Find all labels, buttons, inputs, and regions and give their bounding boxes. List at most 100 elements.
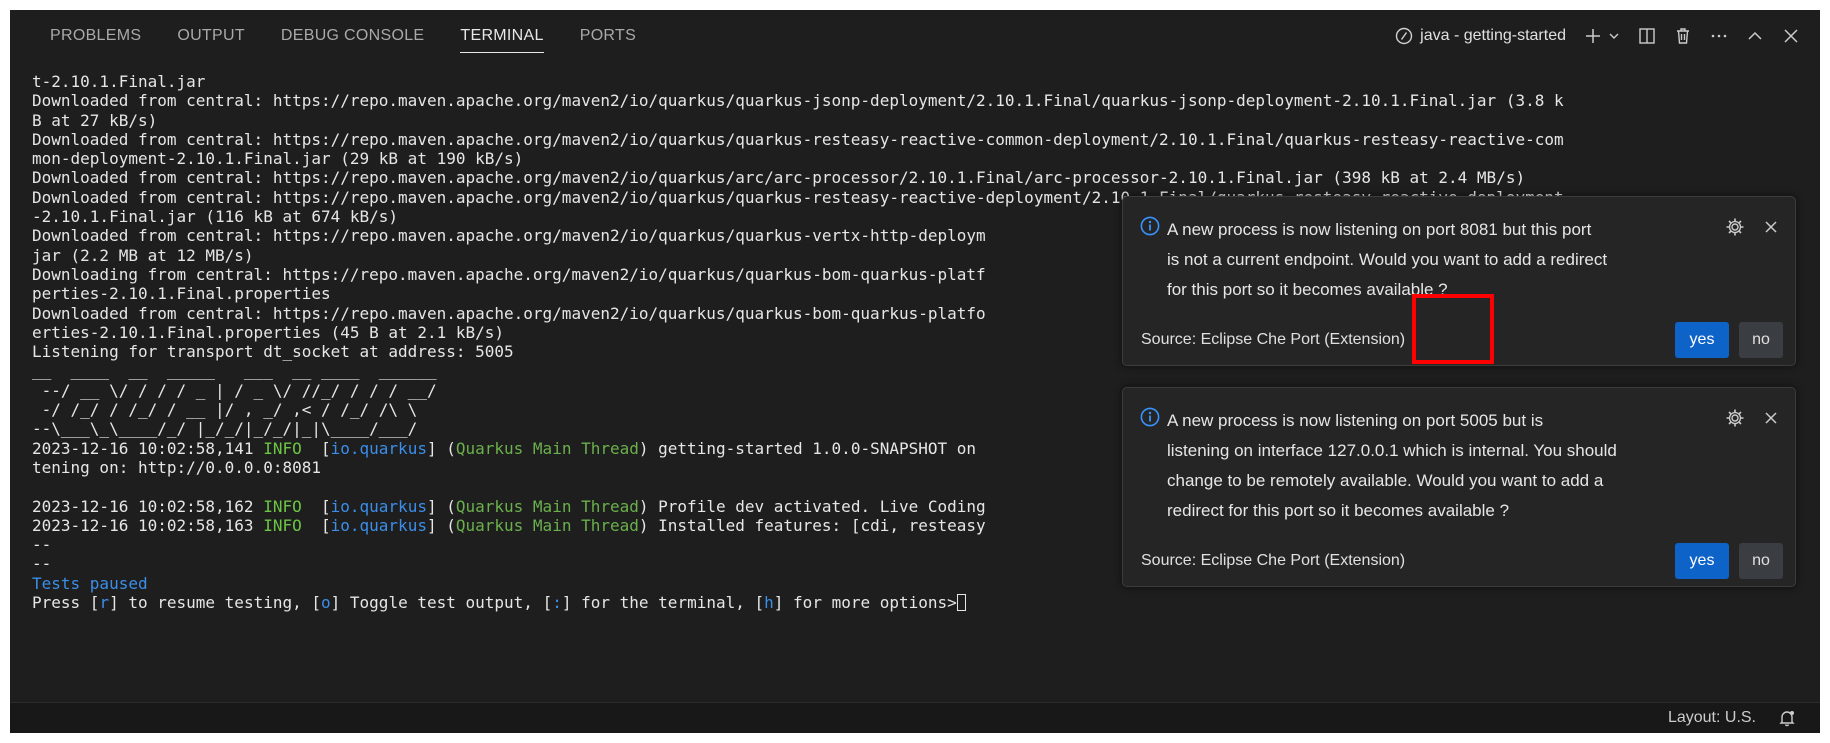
terminal-line: t-2.10.1.Final.jar (32, 72, 1810, 91)
new-terminal-plus-icon[interactable] (1584, 27, 1602, 45)
terminal-line: Downloaded from central: https://repo.ma… (32, 168, 1810, 187)
terminal-text: Downloaded from central: https://repo.ma… (32, 168, 1526, 188)
terminal-text: Tests paused (32, 573, 148, 593)
terminal-text: Downloaded from central: https://repo.ma… (32, 91, 1564, 111)
tab-debug-console[interactable]: DEBUG CONSOLE (263, 10, 443, 62)
terminal-text: ] for the terminal, [ (561, 593, 765, 613)
terminal-text: Quarkus Main Thread (455, 496, 639, 516)
terminal-output[interactable]: t-2.10.1.Final.jar Downloaded from centra… (32, 72, 1810, 693)
tab-problems[interactable]: PROBLEMS (32, 10, 159, 62)
message-line: A new process is now listening on port 8… (1167, 220, 1592, 239)
tab-ports[interactable]: PORTS (562, 10, 654, 62)
terminal-text: ] ( (426, 496, 456, 516)
keyboard-layout[interactable]: Layout: U.S. (1668, 709, 1756, 727)
message-line: change to be remotely available. Would y… (1167, 471, 1604, 490)
message-line: listening on interface 127.0.0.1 which i… (1167, 441, 1617, 460)
terminal-text: Downloaded from central: https://repo.ma… (32, 129, 1564, 149)
terminal-text: tening on: http://0.0.0.0:8081 (32, 457, 321, 477)
split-terminal-icon[interactable] (1638, 27, 1656, 45)
terminal-text: --\___\_\____/_/ |_/_/|_/_/|_|\____/___/ (32, 419, 447, 439)
terminal-name: java - getting-started (1420, 27, 1566, 44)
chevron-down-icon[interactable] (1608, 30, 1620, 42)
trash-icon[interactable] (1674, 27, 1692, 45)
terminal-text: erties-2.10.1.Final.properties (45 B at … (32, 322, 505, 342)
terminal-text: 2023-12-16 10:02:58,141 (32, 438, 264, 458)
terminal-cursor (956, 594, 966, 612)
no-button[interactable]: no (1739, 322, 1783, 358)
terminal-text: [ (301, 515, 331, 535)
terminal-text: ] ( (426, 515, 456, 535)
no-button[interactable]: no (1739, 543, 1783, 579)
info-icon (1140, 216, 1160, 236)
tab-terminal[interactable]: TERMINAL (442, 10, 561, 62)
terminal-java-icon (1395, 27, 1413, 45)
terminal-text: io.quarkus (330, 438, 427, 458)
close-panel-icon[interactable] (1782, 27, 1800, 45)
yes-button[interactable]: yes (1675, 322, 1729, 358)
terminal-text: ] for more options> (773, 593, 957, 613)
notification-port-5005: A new process is now listening on port 5… (1122, 387, 1796, 587)
notification-message: A new process is now listening on port 8… (1167, 215, 1715, 305)
terminal-text: __ ____ __ _____ ___ __ ____ ______ (32, 361, 447, 381)
terminal-text: [ (301, 438, 331, 458)
terminal-text: Quarkus Main Thread (455, 515, 639, 535)
terminal-text: h (764, 593, 774, 613)
close-icon[interactable] (1763, 408, 1779, 428)
terminal-text: io.quarkus (330, 496, 427, 516)
terminal-text: B at 27 kB/s) (32, 110, 158, 130)
terminal-text: ) Installed features: [cdi, resteasy (638, 515, 986, 535)
bell-icon[interactable] (1778, 709, 1796, 727)
terminal-text: ) getting-started 1.0.0-SNAPSHOT on (638, 438, 977, 458)
terminal-text: ] to resume testing, [ (109, 593, 321, 613)
terminal-text: Downloaded from central: https://repo.ma… (32, 303, 986, 323)
terminal-text: INFO (263, 515, 302, 535)
terminal-text: io.quarkus (330, 515, 427, 535)
terminal-text: Downloading from central: https://repo.m… (32, 264, 986, 284)
message-line: A new process is now listening on port 5… (1167, 411, 1544, 430)
terminal-text: Press [ (32, 593, 100, 613)
terminal-line: mon-deployment-2.10.1.Final.jar (29 kB a… (32, 149, 1810, 168)
terminal-text: jar (2.2 MB at 12 MB/s) (32, 245, 254, 265)
terminal-text: INFO (263, 496, 302, 516)
terminal-text: perties-2.10.1.Final.properties (32, 284, 331, 304)
terminal-text: Listening for transport dt_socket at add… (32, 342, 514, 362)
more-actions-icon[interactable] (1710, 27, 1728, 45)
tab-output[interactable]: OUTPUT (159, 10, 263, 62)
terminal-line: Press [r] to resume testing, [o] Toggle … (32, 593, 1810, 612)
terminal-text: 2023-12-16 10:02:58,163 (32, 515, 264, 535)
terminal-text: r (99, 593, 110, 613)
panel-tabs: PROBLEMS OUTPUT DEBUG CONSOLE TERMINAL P… (32, 10, 654, 62)
gear-icon[interactable] (1725, 408, 1745, 428)
terminal-line: B at 27 kB/s) (32, 111, 1810, 130)
message-line: for this port so it becomes available ? (1167, 280, 1448, 299)
terminal-line: Downloaded from central: https://repo.ma… (32, 91, 1810, 110)
terminal-selector[interactable]: java - getting-started (1395, 27, 1566, 45)
terminal-text: o (321, 593, 331, 613)
close-icon[interactable] (1763, 217, 1779, 237)
terminal-actions: java - getting-started (1395, 10, 1800, 62)
notification-message: A new process is now listening on port 5… (1167, 406, 1715, 526)
maximize-chevron-up-icon[interactable] (1746, 27, 1764, 45)
message-line: redirect for this port so it becomes ava… (1167, 501, 1510, 520)
terminal-text: INFO (263, 438, 302, 458)
terminal-text: ) Profile dev activated. Live Coding (638, 496, 986, 516)
yes-button[interactable]: yes (1675, 543, 1729, 579)
vscode-panel: PROBLEMS OUTPUT DEBUG CONSOLE TERMINAL P… (10, 10, 1820, 733)
panel-tab-bar: PROBLEMS OUTPUT DEBUG CONSOLE TERMINAL P… (10, 10, 1820, 62)
terminal-text: -/ /_/ / /_/ / __ |/ , _/ ,< / /_/ /\ \ (32, 400, 447, 420)
terminal-text: -- (32, 554, 52, 574)
terminal-text: --/ __ \/ / / / _ | / _ \/ //_/ / / / __… (32, 380, 447, 400)
gear-icon[interactable] (1725, 217, 1745, 237)
terminal-text: 2023-12-16 10:02:58,162 (32, 496, 264, 516)
terminal-text: : (552, 593, 562, 613)
terminal-text: ] Toggle test output, [ (330, 593, 553, 613)
notification-source: Source: Eclipse Che Port (Extension) (1141, 331, 1406, 348)
terminal-text: ] ( (426, 438, 456, 458)
terminal-text: mon-deployment-2.10.1.Final.jar (29 kB a… (32, 149, 524, 169)
info-icon (1140, 407, 1160, 427)
terminal-text: Quarkus Main Thread (455, 438, 639, 458)
message-line: is not a current endpoint. Would you wan… (1167, 250, 1608, 269)
terminal-text: t-2.10.1.Final.jar (32, 72, 206, 91)
notification-port-8081: A new process is now listening on port 8… (1122, 196, 1796, 366)
terminal-text: Downloaded from central: https://repo.ma… (32, 226, 986, 246)
